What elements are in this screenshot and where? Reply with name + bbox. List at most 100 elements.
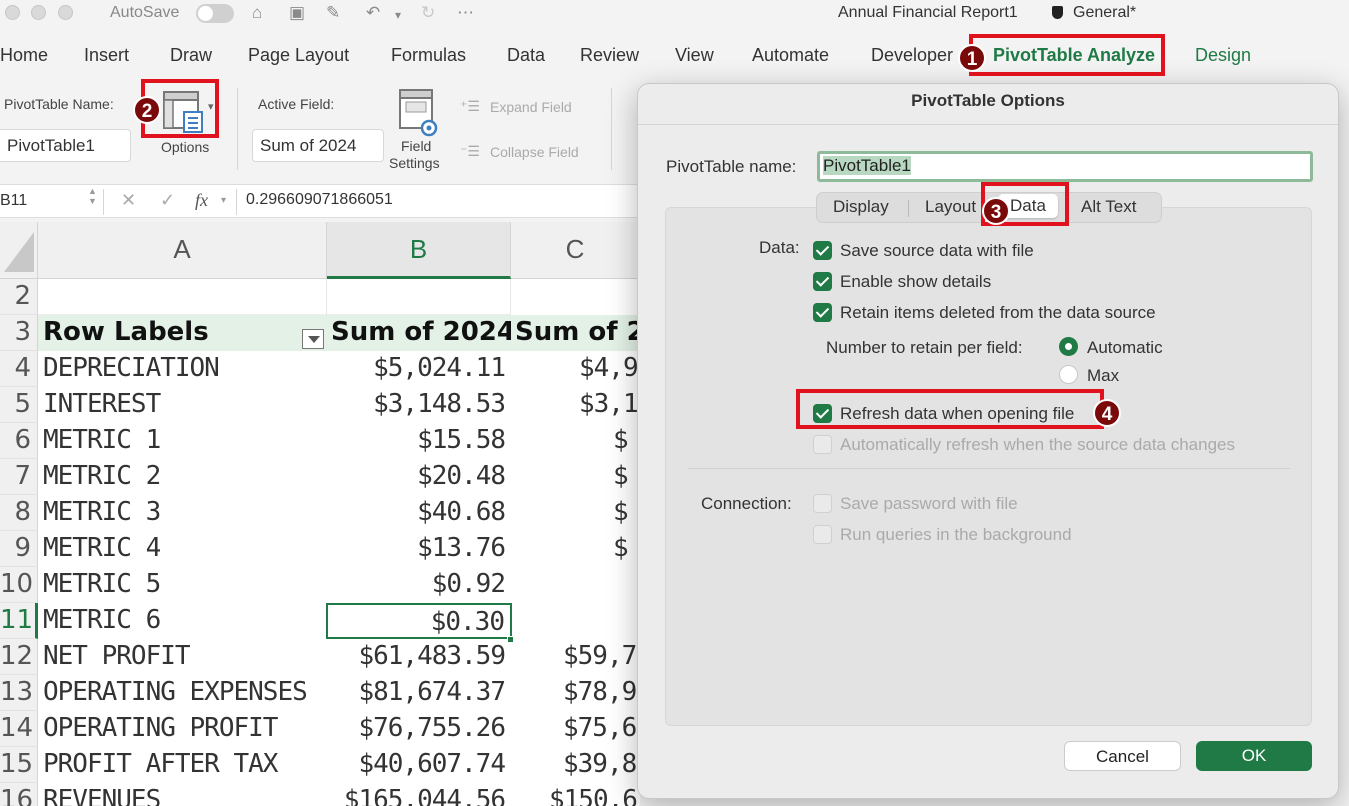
table-cell[interactable]: NET PROFIT	[38, 639, 327, 675]
retain-items-label[interactable]: Retain items deleted from the data sourc…	[840, 303, 1156, 323]
row-header[interactable]: 4	[0, 351, 38, 387]
table-cell[interactable]: $15.58	[327, 423, 511, 459]
refresh-on-open-label[interactable]: Refresh data when opening file	[840, 404, 1074, 424]
minimize-icon[interactable]	[31, 5, 46, 20]
row-header[interactable]: 14	[0, 711, 38, 747]
table-cell[interactable]: PROFIT AFTER TAX	[38, 747, 327, 783]
table-cell[interactable]: $20.48	[327, 459, 511, 495]
row-header[interactable]: 10	[0, 567, 38, 603]
table-cell[interactable]: METRIC 3	[38, 495, 327, 531]
edit-icon[interactable]: ✎	[326, 3, 340, 23]
row-header[interactable]: 16	[0, 783, 38, 806]
chevron-down-icon[interactable]: ▾	[395, 8, 401, 22]
enter-check-icon[interactable]: ✓	[160, 190, 175, 211]
row-header[interactable]: 11	[0, 603, 38, 639]
tab-draw[interactable]: Draw	[170, 45, 212, 66]
selected-cell[interactable]: $0.30	[326, 603, 512, 639]
function-icon[interactable]: fx	[195, 190, 208, 211]
cancel-x-icon[interactable]: ✕	[121, 190, 136, 211]
table-cell[interactable]: $13.76	[327, 531, 511, 567]
table-cell[interactable]: $78,9	[511, 675, 640, 711]
table-cell[interactable]: $61,483.59	[327, 639, 511, 675]
table-cell[interactable]: METRIC 6	[38, 603, 327, 639]
table-cell[interactable]: METRIC 1	[38, 423, 327, 459]
table-cell[interactable]: OPERATING EXPENSES	[38, 675, 327, 711]
formula-value[interactable]: 0.296609071866051	[246, 191, 393, 209]
max-radio[interactable]	[1059, 365, 1078, 384]
refresh-on-open-checkbox[interactable]	[813, 404, 832, 423]
enable-show-details-label[interactable]: Enable show details	[840, 272, 991, 292]
sum-2023-header[interactable]: Sum of 2	[511, 315, 640, 351]
sum-2024-header[interactable]: Sum of 2024	[327, 315, 511, 351]
collapse-field-button[interactable]: Collapse Field	[490, 144, 579, 160]
table-cell[interactable]: $	[511, 423, 640, 459]
cancel-button[interactable]: Cancel	[1064, 741, 1181, 771]
automatic-label[interactable]: Automatic	[1087, 338, 1163, 358]
tab-alt-text[interactable]: Alt Text	[1081, 197, 1136, 217]
table-cell[interactable]	[327, 279, 511, 315]
tab-developer[interactable]: Developer	[871, 45, 953, 66]
table-cell[interactable]: $	[511, 531, 640, 567]
tab-display[interactable]: Display	[833, 197, 889, 217]
more-icon[interactable]: ⋯	[457, 3, 474, 23]
table-cell[interactable]: METRIC 4	[38, 531, 327, 567]
row-header[interactable]: 8	[0, 495, 38, 531]
table-cell[interactable]: METRIC 2	[38, 459, 327, 495]
field-settings-icon[interactable]	[397, 88, 443, 138]
retain-items-checkbox[interactable]	[813, 303, 832, 322]
tab-review[interactable]: Review	[580, 45, 639, 66]
table-cell[interactable]: $	[511, 459, 640, 495]
table-cell[interactable]: $76,755.26	[327, 711, 511, 747]
column-header-a[interactable]: A	[38, 222, 327, 279]
tab-view[interactable]: View	[675, 45, 714, 66]
row-header[interactable]: 13	[0, 675, 38, 711]
redo-icon[interactable]: ↻	[421, 3, 435, 23]
save-icon[interactable]: ▣	[289, 3, 305, 23]
table-cell[interactable]: $40,607.74	[327, 747, 511, 783]
field-settings-label-2[interactable]: Settings	[389, 155, 440, 171]
options-icon[interactable]	[160, 90, 208, 136]
table-cell[interactable]: $150,6	[511, 783, 640, 806]
stepper-icon[interactable]: ▲ ▼	[88, 186, 97, 206]
row-header[interactable]: 9	[0, 531, 38, 567]
zoom-icon[interactable]	[58, 5, 73, 20]
table-cell[interactable]: METRIC 5	[38, 567, 327, 603]
tab-page-layout[interactable]: Page Layout	[248, 45, 349, 66]
row-labels-header[interactable]: Row Labels	[38, 315, 327, 351]
home-icon[interactable]: ⌂	[252, 3, 262, 23]
tab-formulas[interactable]: Formulas	[391, 45, 466, 66]
enable-show-details-checkbox[interactable]	[813, 272, 832, 291]
table-cell[interactable]: DEPRECIATION	[38, 351, 327, 387]
table-cell[interactable]: $165,044.56	[327, 783, 511, 806]
table-cell[interactable]: $0.92	[327, 567, 511, 603]
field-settings-label[interactable]: Field	[401, 138, 431, 154]
automatic-radio[interactable]	[1059, 337, 1078, 356]
table-cell[interactable]: $3,1	[511, 387, 640, 423]
table-cell[interactable]: INTEREST	[38, 387, 327, 423]
table-cell[interactable]: $3,148.53	[327, 387, 511, 423]
options-label[interactable]: Options	[161, 139, 209, 155]
table-cell[interactable]	[38, 279, 327, 315]
row-header[interactable]: 2	[0, 279, 38, 315]
table-cell[interactable]: $39,8	[511, 747, 640, 783]
sensitivity-label[interactable]: General*	[1073, 4, 1136, 22]
pivottable-name-input[interactable]: PivotTable1	[0, 129, 131, 162]
tab-data[interactable]: Data	[507, 45, 545, 66]
table-cell[interactable]: REVENUES	[38, 783, 327, 806]
filter-dropdown-icon[interactable]	[302, 329, 324, 349]
table-cell[interactable]: $59,7	[511, 639, 640, 675]
row-header[interactable]: 12	[0, 639, 38, 675]
row-header[interactable]: 6	[0, 423, 38, 459]
table-cell[interactable]: $75,6	[511, 711, 640, 747]
column-header-b[interactable]: B	[327, 222, 511, 279]
tab-layout[interactable]: Layout	[925, 197, 976, 217]
table-cell[interactable]: OPERATING PROFIT	[38, 711, 327, 747]
close-icon[interactable]	[5, 5, 20, 20]
row-header[interactable]: 3	[0, 315, 38, 351]
save-source-label[interactable]: Save source data with file	[840, 241, 1034, 261]
ok-button[interactable]: OK	[1196, 741, 1312, 771]
tab-automate[interactable]: Automate	[752, 45, 829, 66]
tab-insert[interactable]: Insert	[84, 45, 129, 66]
tab-pivottable-analyze[interactable]: PivotTable Analyze	[993, 45, 1155, 66]
column-header-c[interactable]: C	[511, 222, 640, 279]
